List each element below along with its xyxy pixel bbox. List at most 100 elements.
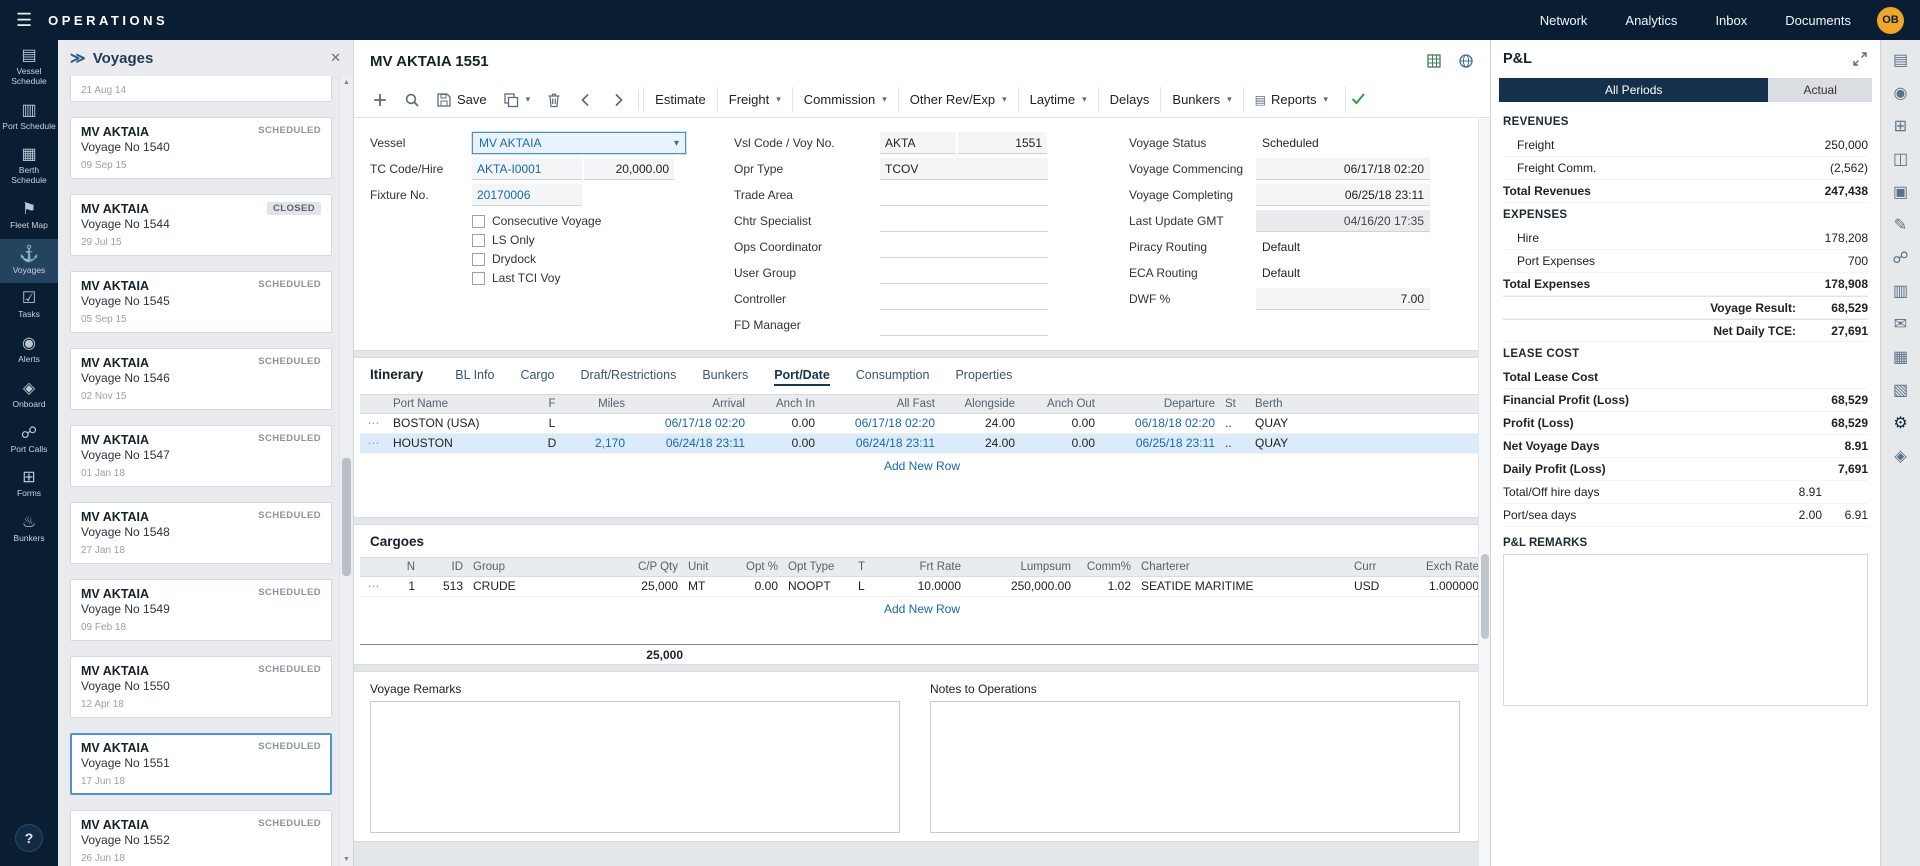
help-button[interactable]: ? xyxy=(15,824,43,852)
scrollbar-thumb[interactable] xyxy=(342,458,351,576)
field-voyage-completing[interactable]: 06/25/18 23:11 xyxy=(1256,184,1430,206)
voyage-card[interactable]: MV AKTAIACLOSEDVoyage No 154429 Jul 15 xyxy=(70,194,332,256)
pl-tab-all-periods[interactable]: All Periods xyxy=(1499,78,1768,102)
field-dwf[interactable]: 7.00 xyxy=(1256,288,1430,310)
field-fd-manager[interactable] xyxy=(880,314,1048,336)
monitor-icon[interactable]: ⊞ xyxy=(1887,112,1915,140)
voyage-card[interactable]: MV AKTAIASCHEDULEDVoyage No 154827 Jan 1… xyxy=(70,502,332,564)
voyage-card[interactable]: MV AKTAIASCHEDULEDVoyage No 154701 Jan 1… xyxy=(70,425,332,487)
topbar-link-network[interactable]: Network xyxy=(1540,13,1588,28)
checkbox-box[interactable] xyxy=(472,272,485,285)
copy-button[interactable]: ▾ xyxy=(495,87,539,113)
itinerary-row[interactable]: ⋯HOUSTOND2,17006/24/18 23:110.0006/24/18… xyxy=(360,434,1484,454)
tab-consumption[interactable]: Consumption xyxy=(856,368,930,386)
pl-remarks-input[interactable] xyxy=(1503,554,1868,706)
field-voyage-commencing[interactable]: 06/17/18 02:20 xyxy=(1256,158,1430,180)
close-icon[interactable]: ✕ xyxy=(330,50,341,66)
checkbox-drydock[interactable]: Drydock xyxy=(472,252,734,266)
notes-to-operations-input[interactable] xyxy=(930,701,1460,833)
cargo-add-new-row-link[interactable]: Add New Row xyxy=(354,597,1490,618)
collapse-panel-icon[interactable]: ≫ xyxy=(70,49,86,67)
sidebar-item-onboard[interactable]: ◈Onboard xyxy=(0,373,58,418)
sidebar-item-alerts[interactable]: ◉Alerts xyxy=(0,328,58,373)
tab-bunkers[interactable]: Bunkers xyxy=(702,368,748,386)
tab-cargo[interactable]: Cargo xyxy=(520,368,554,386)
toolbar-delays[interactable]: Delays xyxy=(1098,87,1161,112)
gauge-icon[interactable]: ◉ xyxy=(1887,79,1915,107)
toolbar-commission[interactable]: Commission▾ xyxy=(792,87,898,112)
tab-bl-info[interactable]: BL Info xyxy=(455,368,494,386)
sidebar-item-vessel-schedule[interactable]: ▤Vessel Schedule xyxy=(0,40,58,95)
tc-code-field[interactable]: AKTA-I0001 xyxy=(472,158,582,180)
menu-icon[interactable]: ☰ xyxy=(16,10,32,31)
row-menu-button[interactable]: ⋯ xyxy=(360,434,388,453)
network-icon[interactable]: ☍ xyxy=(1887,244,1915,272)
toolbar-other-rev-exp[interactable]: Other Rev/Exp▾ xyxy=(898,87,1018,112)
export-grid-icon[interactable] xyxy=(1426,53,1442,69)
search-button[interactable] xyxy=(396,87,428,113)
voyages-scrollbar[interactable]: ▲ ▼ xyxy=(339,76,353,866)
checkbox-box[interactable] xyxy=(472,215,485,228)
main-scrollbar[interactable] xyxy=(1478,119,1490,866)
field-piracy-routing[interactable]: Default xyxy=(1256,236,1430,258)
voyage-card[interactable]: MV AKTAIASCHEDULEDVoyage No 154909 Feb 1… xyxy=(70,579,332,641)
signal-icon[interactable]: ▦ xyxy=(1887,343,1915,371)
scroll-up-arrow[interactable]: ▲ xyxy=(340,76,353,89)
toolbar-estimate[interactable]: Estimate xyxy=(643,87,717,112)
sidebar-item-voyages[interactable]: ⚓Voyages xyxy=(0,239,58,284)
topbar-link-analytics[interactable]: Analytics xyxy=(1625,13,1677,28)
documents-icon[interactable]: ▥ xyxy=(1887,277,1915,305)
add-button[interactable] xyxy=(364,87,396,113)
checkbox-consecutive-voyage[interactable]: Consecutive Voyage xyxy=(472,214,734,228)
charts-icon[interactable]: ▤ xyxy=(1887,46,1915,74)
tab-port-date[interactable]: Port/Date xyxy=(774,368,830,386)
sidebar-item-port-calls[interactable]: ☍Port Calls xyxy=(0,418,58,463)
knowledge-icon[interactable]: ◫ xyxy=(1887,145,1915,173)
user-avatar[interactable]: OB xyxy=(1877,7,1904,34)
checkbox-box[interactable] xyxy=(472,234,485,247)
voyage-card[interactable]: MV AKTAIASCHEDULEDVoyage No 154505 Sep 1… xyxy=(70,271,332,333)
vessel-select[interactable]: MV AKTAIA ▾ xyxy=(472,132,686,154)
hire-rate-field[interactable]: 20,000.00 xyxy=(584,158,674,180)
topbar-link-inbox[interactable]: Inbox xyxy=(1715,13,1747,28)
itinerary-add-new-row-link[interactable]: Add New Row xyxy=(354,454,1490,475)
field-opr-type[interactable]: TCOV xyxy=(880,158,1048,180)
checkbox-box[interactable] xyxy=(472,253,485,266)
itinerary-row[interactable]: ⋯BOSTON (USA)L06/17/18 02:200.0006/17/18… xyxy=(360,414,1484,434)
validate-check-icon[interactable] xyxy=(1345,86,1370,113)
voyage-card[interactable]: MV AKTAIASCHEDULEDVoyage No 154602 Nov 1… xyxy=(70,348,332,410)
expand-icon[interactable] xyxy=(1852,51,1868,67)
field-controller[interactable] xyxy=(880,288,1048,310)
field-user-group[interactable] xyxy=(880,262,1048,284)
edit-icon[interactable]: ✎ xyxy=(1887,211,1915,239)
scrollbar-thumb[interactable] xyxy=(1481,554,1489,639)
previous-voyage-button[interactable] xyxy=(570,87,602,113)
pl-tab-actual[interactable]: Actual xyxy=(1768,78,1872,102)
sidebar-item-berth-schedule[interactable]: ▦Berth Schedule xyxy=(0,139,58,194)
voyage-card[interactable]: MV AKTAIASCHEDULEDVoyage No 154009 Sep 1… xyxy=(70,117,332,179)
bank-icon[interactable]: ◈ xyxy=(1887,442,1915,470)
voyage-card[interactable]: MV AKTAIASCHEDULEDVoyage No 155226 Jun 1… xyxy=(70,810,332,866)
save-button[interactable]: Save xyxy=(428,87,495,113)
checkbox-ls-only[interactable]: LS Only xyxy=(472,233,734,247)
field-voyage-status[interactable]: Scheduled xyxy=(1256,132,1430,154)
field-chtr-specialist[interactable] xyxy=(880,210,1048,232)
voyage-card-partial[interactable]: 21 Aug 14 xyxy=(70,76,332,102)
field-ops-coordinator[interactable] xyxy=(880,236,1048,258)
tab-properties[interactable]: Properties xyxy=(955,368,1012,386)
toolbar-bunkers[interactable]: Bunkers▾ xyxy=(1160,87,1242,112)
sidebar-item-forms[interactable]: ⊞Forms xyxy=(0,462,58,507)
sidebar-item-tasks[interactable]: ☑Tasks xyxy=(0,283,58,328)
calendar-icon[interactable]: ▧ xyxy=(1887,376,1915,404)
sidebar-item-fleet-map[interactable]: ⚑Fleet Map xyxy=(0,194,58,239)
inbox-icon[interactable]: ✉ xyxy=(1887,310,1915,338)
field-vsl-code-voy-no[interactable]: AKTA xyxy=(880,132,956,154)
toolbar-laytime[interactable]: Laytime▾ xyxy=(1018,87,1098,112)
row-menu-button[interactable]: ⋯ xyxy=(360,414,388,433)
voyage-card[interactable]: MV AKTAIASCHEDULEDVoyage No 155117 Jun 1… xyxy=(70,733,332,795)
field-eca-routing[interactable]: Default xyxy=(1256,262,1430,284)
row-menu-button[interactable]: ⋯ xyxy=(360,577,388,596)
voyage-card[interactable]: MV AKTAIASCHEDULEDVoyage No 155012 Apr 1… xyxy=(70,656,332,718)
fixture-no-field[interactable]: 20170006 xyxy=(472,184,582,206)
tab-draft-restrictions[interactable]: Draft/Restrictions xyxy=(580,368,676,386)
